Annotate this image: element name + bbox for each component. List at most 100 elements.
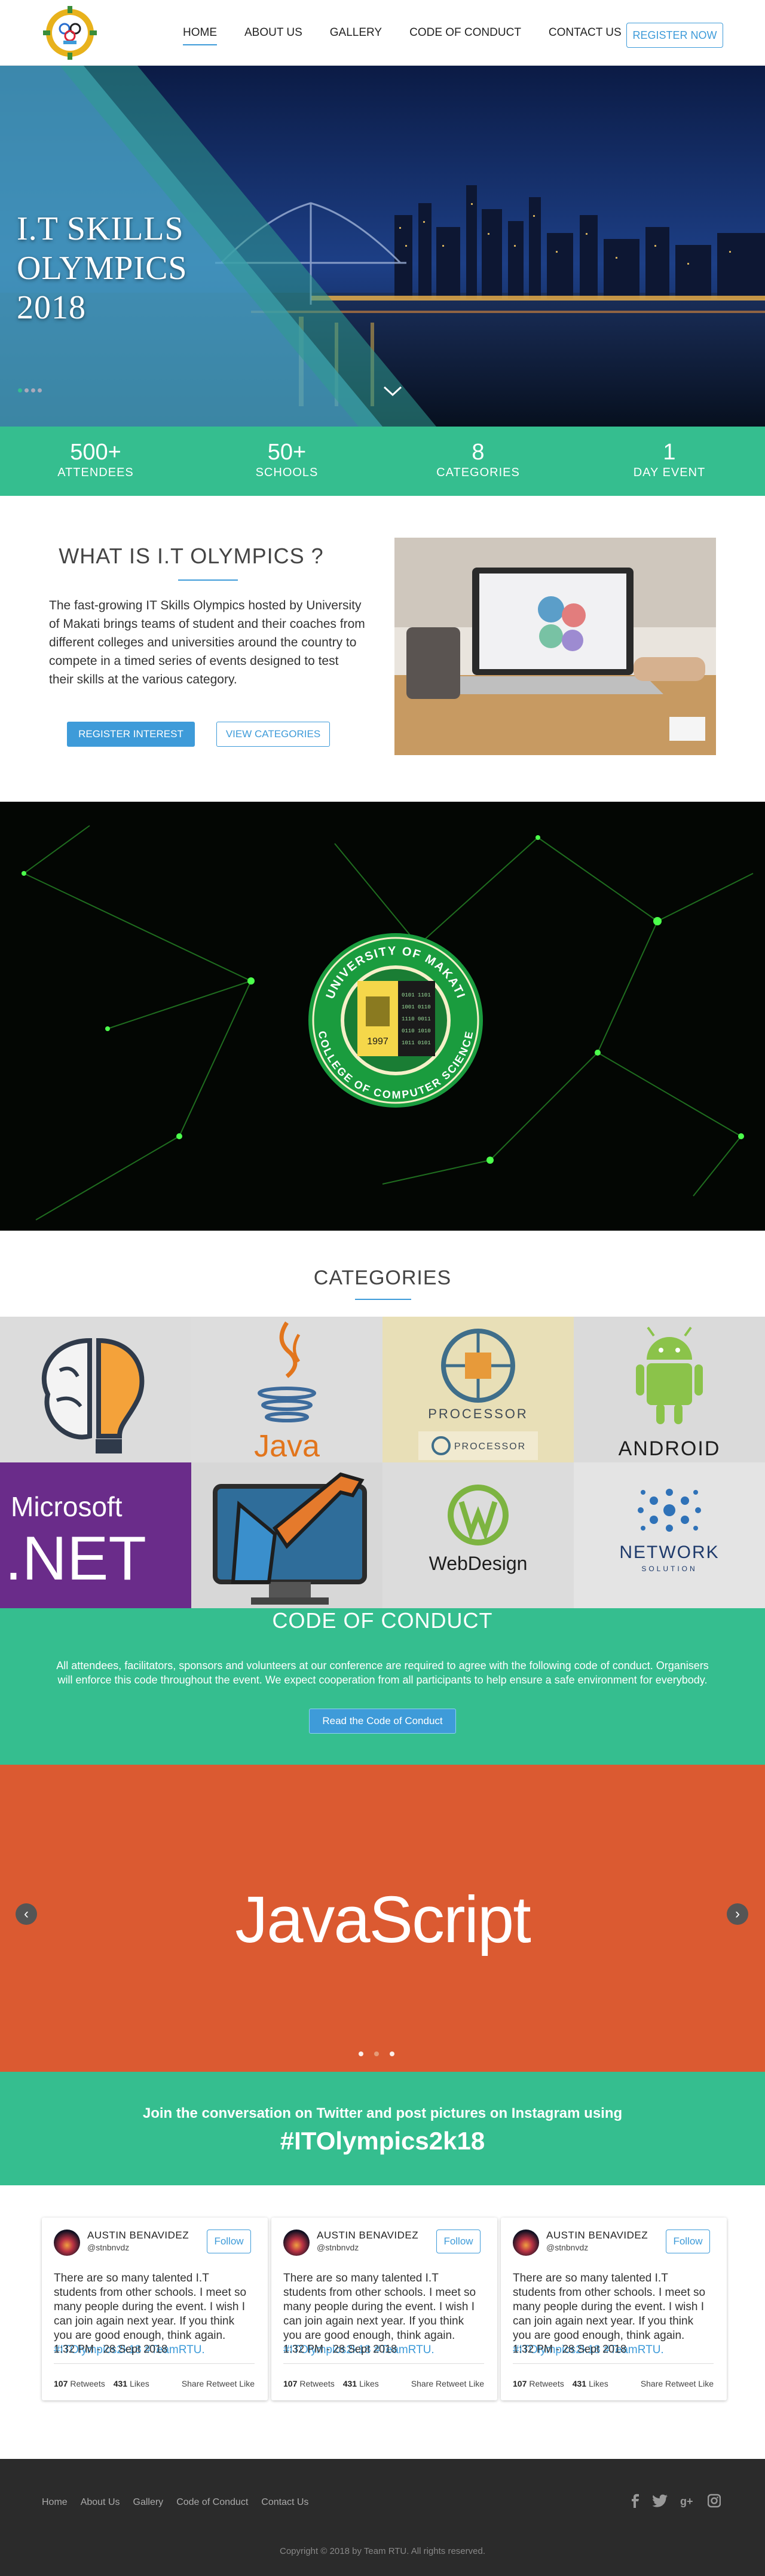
java-cup-icon: Java xyxy=(254,1321,320,1462)
tweet-actions[interactable]: Share Retweet Like xyxy=(411,2379,484,2388)
tweet-time: 1:32 PM - 28 Sept 2018 xyxy=(54,2343,168,2355)
microsoft-label: Microsoft xyxy=(11,1491,123,1522)
tweets-section: AUSTIN BENAVIDEZ @stnbnvdz Follow There … xyxy=(0,2185,765,2459)
carousel-dot[interactable] xyxy=(359,2051,363,2056)
tweet-actions[interactable]: Share Retweet Like xyxy=(641,2379,714,2388)
hero-dot[interactable] xyxy=(18,388,22,392)
category-tile-brain[interactable] xyxy=(0,1317,191,1462)
category-tile-developer[interactable] xyxy=(191,1462,382,1608)
carousel: JavaScript ‹ › xyxy=(0,1765,765,2072)
category-tile-processor[interactable]: PROCESSOR PROCESSOR xyxy=(382,1317,574,1462)
read-code-of-conduct-button[interactable]: Read the Code of Conduct xyxy=(309,1709,456,1734)
coc-title: CODE OF CONDUCT xyxy=(272,1608,493,1633)
likes-label: Likes xyxy=(130,2379,149,2388)
retweets-label: Retweets xyxy=(70,2379,105,2388)
tweet-footer: 107 Retweets 431 Likes Share Retweet Like xyxy=(513,2379,714,2388)
hero-dot[interactable] xyxy=(25,388,29,392)
follow-button[interactable]: Follow xyxy=(436,2230,481,2253)
stat-schools: 50+ SCHOOLS xyxy=(191,427,382,496)
hero-slide-dots xyxy=(18,388,42,392)
footer-link-gallery[interactable]: Gallery xyxy=(133,2497,164,2508)
hero-title-line-2: OLYMPICS xyxy=(17,250,188,287)
laptop-photo xyxy=(394,538,716,755)
copyright-text: Copyright © 2018 by Team RTU. All rights… xyxy=(280,2546,485,2556)
about-title: WHAT IS I.T OLYMPICS ? xyxy=(59,544,324,568)
tweet-card: AUSTIN BENAVIDEZ @stnbnvdz Follow There … xyxy=(271,2218,497,2400)
tweet-time: 1:32 PM - 28 Sept 2018 xyxy=(513,2343,627,2355)
tweet-author-handle[interactable]: @stnbnvdz xyxy=(317,2243,359,2252)
category-tile-webdesign[interactable]: WebDesign xyxy=(382,1462,574,1608)
svg-text:1001 0110: 1001 0110 xyxy=(402,1004,431,1010)
tweet-card: AUSTIN BENAVIDEZ @stnbnvdz Follow There … xyxy=(42,2218,268,2400)
follow-button[interactable]: Follow xyxy=(207,2230,251,2253)
java-label: Java xyxy=(254,1429,320,1462)
facebook-icon[interactable] xyxy=(629,2494,641,2508)
page-footer: Home About Us Gallery Code of Conduct Co… xyxy=(0,2459,765,2576)
title-underline xyxy=(178,579,238,581)
tweet-body: There are so many talented I.T students … xyxy=(54,2272,247,2342)
nav-home[interactable]: HOME xyxy=(183,26,217,45)
view-categories-button[interactable]: VIEW CATEGORIES xyxy=(216,722,330,747)
tweet-author-name: AUSTIN BENAVIDEZ xyxy=(317,2230,419,2241)
carousel-dot[interactable] xyxy=(390,2051,394,2056)
footer-link-home[interactable]: Home xyxy=(42,2497,68,2508)
avatar[interactable] xyxy=(283,2230,310,2256)
nav-gallery[interactable]: GALLERY xyxy=(330,26,382,45)
twitter-hashtag: #ITOlympics2k18 xyxy=(280,2127,485,2155)
likes-label: Likes xyxy=(589,2379,608,2388)
nav-about-us[interactable]: ABOUT US xyxy=(244,26,302,45)
register-interest-button[interactable]: REGISTER INTEREST xyxy=(67,722,195,747)
hero-dot[interactable] xyxy=(31,388,35,392)
top-navbar: HOME ABOUT US GALLERY CODE OF CONDUCT CO… xyxy=(0,0,765,66)
categories-section: CATEGORIES Java PROCESSOR PROCESSOR ANDR… xyxy=(0,1231,765,1608)
tweet-author-name: AUSTIN BENAVIDEZ xyxy=(546,2230,648,2241)
divider xyxy=(283,2363,484,2364)
like-count: 431 xyxy=(342,2379,357,2388)
footer-link-code-of-conduct[interactable]: Code of Conduct xyxy=(176,2497,248,2508)
tweet-card: AUSTIN BENAVIDEZ @stnbnvdz Follow There … xyxy=(501,2218,727,2400)
tweet-time: 1:32 PM - 28 Sept 2018 xyxy=(283,2343,397,2355)
about-text: The fast-growing IT Skills Olympics host… xyxy=(49,599,365,686)
nav-code-of-conduct[interactable]: CODE OF CONDUCT xyxy=(409,26,521,45)
footer-link-about-us[interactable]: About Us xyxy=(81,2497,120,2508)
network-sub-label: SOLUTION xyxy=(641,1565,697,1573)
hero-dot[interactable] xyxy=(38,388,42,392)
retweets-label: Retweets xyxy=(299,2379,335,2388)
webdesign-logo: WebDesign xyxy=(429,1485,528,1574)
google-plus-icon[interactable]: g+ xyxy=(680,2494,696,2508)
likes-label: Likes xyxy=(359,2379,379,2388)
tweet-author-handle[interactable]: @stnbnvdz xyxy=(546,2243,588,2252)
category-tile-dotnet[interactable]: Microsoft .NET xyxy=(0,1462,191,1608)
retweet-count: 107 xyxy=(54,2379,68,2388)
hero-banner: I.T SKILLS OLYMPICS 2018 xyxy=(0,66,765,427)
webdesign-label: WebDesign xyxy=(429,1553,528,1574)
processor-small-label: PROCESSOR xyxy=(454,1442,526,1452)
twitter-banner: Join the conversation on Twitter and pos… xyxy=(0,2072,765,2185)
brain-bulb-icon xyxy=(41,1338,145,1453)
carousel-prev-arrow[interactable]: ‹ xyxy=(16,1903,37,1925)
stat-number: 8 xyxy=(472,440,485,465)
carousel-dots xyxy=(359,2051,394,2056)
hero-title: I.T SKILLS OLYMPICS 2018 xyxy=(17,209,188,327)
nav-contact-us[interactable]: CONTACT US xyxy=(549,26,622,45)
category-tile-android[interactable]: ANDROID xyxy=(574,1317,765,1462)
instagram-icon[interactable] xyxy=(708,2494,721,2508)
dotnet-label: .NET xyxy=(5,1524,146,1593)
twitter-icon[interactable] xyxy=(653,2494,668,2508)
category-tile-network[interactable]: NETWORK SOLUTION xyxy=(574,1462,765,1608)
avatar[interactable] xyxy=(54,2230,80,2256)
site-logo[interactable] xyxy=(43,6,97,60)
svg-text:0101 1101: 0101 1101 xyxy=(402,992,431,998)
tweet-author-handle[interactable]: @stnbnvdz xyxy=(87,2243,129,2252)
carousel-next-arrow[interactable]: › xyxy=(727,1903,748,1925)
tweet-actions[interactable]: Share Retweet Like xyxy=(182,2379,255,2388)
chevron-down-icon[interactable] xyxy=(382,385,403,398)
avatar[interactable] xyxy=(513,2230,539,2256)
category-tile-java[interactable]: Java xyxy=(191,1317,382,1462)
footer-link-contact-us[interactable]: Contact Us xyxy=(261,2497,308,2508)
category-grid: Java PROCESSOR PROCESSOR ANDROID Microso… xyxy=(0,1317,765,1608)
categories-header: CATEGORIES xyxy=(0,1231,765,1317)
follow-button[interactable]: Follow xyxy=(666,2230,710,2253)
carousel-dot[interactable] xyxy=(374,2051,379,2056)
register-now-button[interactable]: REGISTER NOW xyxy=(626,23,723,48)
